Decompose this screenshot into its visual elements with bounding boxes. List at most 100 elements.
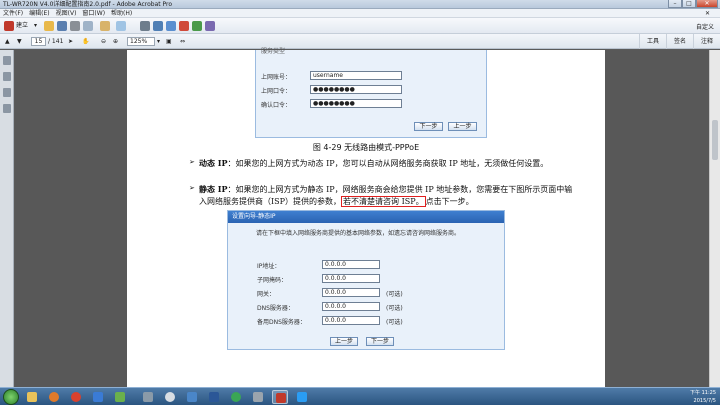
document-area[interactable]: 服务类型 上网账号： username 上网口令： ●●●●●●●● 确认口令：…: [15, 48, 720, 387]
fit-width-icon[interactable]: ⇔: [180, 37, 185, 46]
file-explorer-icon[interactable]: [24, 390, 40, 404]
bullet-icon: ➢: [189, 184, 195, 192]
zoom-out-icon[interactable]: ⊖: [101, 37, 106, 46]
navigation-pane: [0, 50, 14, 387]
print-icon[interactable]: [70, 21, 80, 31]
customize-dropdown[interactable]: 自定义: [696, 22, 714, 31]
create-button[interactable]: 建立: [16, 21, 28, 31]
settings-icon[interactable]: [140, 21, 150, 31]
forms-icon[interactable]: [205, 21, 215, 31]
figure-caption: 图 4-29 无线路由模式-PPPoE: [312, 143, 420, 152]
previous-page-icon[interactable]: ▲: [5, 37, 10, 46]
isp-highlight: 若不清楚请咨询 ISP。: [341, 196, 426, 207]
share-icon[interactable]: [166, 21, 176, 31]
subnet-mask-label: 子网掩码：: [257, 277, 288, 284]
network-app-icon[interactable]: [294, 390, 310, 404]
create-dropdown-icon[interactable]: ▾: [34, 21, 37, 31]
confirm-password-label: 确认口令：: [261, 102, 292, 109]
bookmarks-icon[interactable]: [3, 72, 11, 81]
media-player-icon[interactable]: [46, 390, 62, 404]
word-icon[interactable]: [206, 390, 222, 404]
account-field: username: [310, 71, 402, 80]
browser-icon[interactable]: [90, 390, 106, 404]
close-button[interactable]: ✕: [696, 0, 718, 8]
menu-window[interactable]: 窗口(W): [82, 9, 105, 18]
scrollbar-thumb[interactable]: [712, 120, 718, 160]
bullet-icon: ➢: [189, 158, 195, 166]
app-icon[interactable]: [140, 390, 156, 404]
select-tool-icon[interactable]: ➤: [68, 37, 73, 46]
ip-address-field: 0.0.0.0: [322, 260, 380, 269]
tray-time: 下午 11:25: [690, 390, 716, 396]
pdf-icon[interactable]: [179, 21, 189, 31]
task-pane-links: 工具 签名 注释: [638, 34, 720, 49]
email-icon[interactable]: [83, 21, 93, 31]
backup-dns-optional: (可选): [386, 319, 403, 326]
start-button[interactable]: [3, 389, 19, 405]
green-app-icon[interactable]: [228, 390, 244, 404]
acrobat-taskbar-icon[interactable]: [272, 390, 288, 404]
pdf-page: 服务类型 上网账号： username 上网口令： ●●●●●●●● 确认口令：…: [127, 48, 605, 387]
sign-pane-link[interactable]: 签名: [665, 34, 693, 49]
gateway-optional: (可选): [386, 291, 403, 298]
backup-dns-label: 备用DNS服务器：: [257, 319, 306, 326]
ghost-icon[interactable]: [162, 390, 178, 404]
menu-help[interactable]: 帮助(H): [111, 9, 132, 18]
dynamic-ip-paragraph: 动态 IP：如果您的上网方式为动态 IP，您可以自动从网络服务商获取 IP 地址…: [199, 157, 579, 170]
backup-dns-field: 0.0.0.0: [322, 316, 380, 325]
menu-bar: 文件(F) 编辑(E) 视图(V) 窗口(W) 帮助(H) ✕: [0, 9, 720, 18]
tool-icon[interactable]: [184, 390, 200, 404]
maximize-button[interactable]: □: [682, 0, 696, 8]
pppoe-figure: 服务类型 上网账号： username 上网口令： ●●●●●●●● 确认口令：…: [255, 48, 487, 138]
hand-tool-icon[interactable]: ✋: [82, 37, 89, 46]
static-ip-tail: 点击下一步。: [425, 197, 474, 206]
settings-app-icon[interactable]: [250, 390, 266, 404]
open-icon[interactable]: [44, 21, 54, 31]
figure-header: 设置向导-静态IP: [228, 211, 504, 223]
menu-file[interactable]: 文件(F): [3, 9, 23, 18]
confirm-password-field: ●●●●●●●●: [310, 99, 402, 108]
dns-optional: (可选): [386, 305, 403, 312]
static-ip-figure: 设置向导-静态IP 请在下框中填入网络服务商提供的基本网络参数，如遗忘请咨询网络…: [227, 210, 505, 350]
window-titlebar: TL-WR720N V4.0详细配置指南2.0.pdf - Adobe Acro…: [0, 0, 720, 9]
zoom-in-icon[interactable]: ⊕: [113, 37, 118, 46]
static-ip-paragraph: 静态 IP：如果您的上网方式为静态 IP，网络服务商会给您提供 IP 地址参数，…: [199, 183, 579, 208]
zoom-select[interactable]: 125%: [127, 37, 155, 46]
chrome-icon[interactable]: [68, 390, 84, 404]
main-toolbar: 建立 ▾ 自定义: [0, 18, 720, 34]
navigation-toolbar: ▲ ▼ 15 / 141 ➤ ✋ ⊖ ⊕ 125% ▾ ▣ ⇔ 工具 签名 注释: [0, 34, 720, 49]
zoom-dropdown-icon[interactable]: ▾: [157, 37, 160, 46]
cloud-icon[interactable]: [116, 21, 126, 31]
doc-close-icon[interactable]: ✕: [705, 9, 710, 18]
comment-pane-link[interactable]: 注释: [692, 34, 720, 49]
page-number-input[interactable]: 15: [31, 37, 46, 46]
signatures-icon[interactable]: [3, 104, 11, 113]
password-label: 上网口令：: [261, 88, 292, 95]
figure-prev-button: 上一步: [448, 122, 477, 131]
static-ip-term: 静态 IP: [199, 184, 228, 194]
tools-pane-link[interactable]: 工具: [638, 34, 666, 49]
dynamic-ip-text: ：如果您的上网方式为动态 IP，您可以自动从网络服务商获取 IP 地址，无须做任…: [227, 159, 549, 168]
minimize-button[interactable]: –: [668, 0, 682, 8]
create-icon: [4, 21, 14, 31]
review-icon[interactable]: [192, 21, 202, 31]
figure-description: 请在下框中填入网络服务商提供的基本网络参数，如遗忘请咨询网络服务商。: [256, 230, 461, 237]
tray-date: 2015/7/5: [693, 398, 716, 404]
gateway-label: 网关：: [257, 291, 276, 298]
network-icon[interactable]: [112, 390, 128, 404]
menu-view[interactable]: 视图(V): [56, 9, 77, 18]
dns-label: DNS服务器：: [257, 305, 294, 312]
menu-edit[interactable]: 编辑(E): [29, 9, 49, 18]
page-thumbnails-icon[interactable]: [3, 56, 11, 65]
open-folder-icon[interactable]: [100, 21, 110, 31]
next-page-icon[interactable]: ▼: [17, 37, 22, 46]
window-controls: – □ ✕: [668, 0, 718, 8]
system-tray[interactable]: 下午 11:25 2015/7/5: [690, 389, 716, 405]
attachments-icon[interactable]: [3, 88, 11, 97]
save-icon[interactable]: [57, 21, 67, 31]
fit-page-icon[interactable]: ▣: [166, 37, 172, 46]
comment-icon[interactable]: [153, 21, 163, 31]
account-label: 上网账号：: [261, 74, 292, 81]
figure-prev-button: 上一步: [330, 337, 358, 346]
vertical-scrollbar[interactable]: [709, 50, 720, 387]
